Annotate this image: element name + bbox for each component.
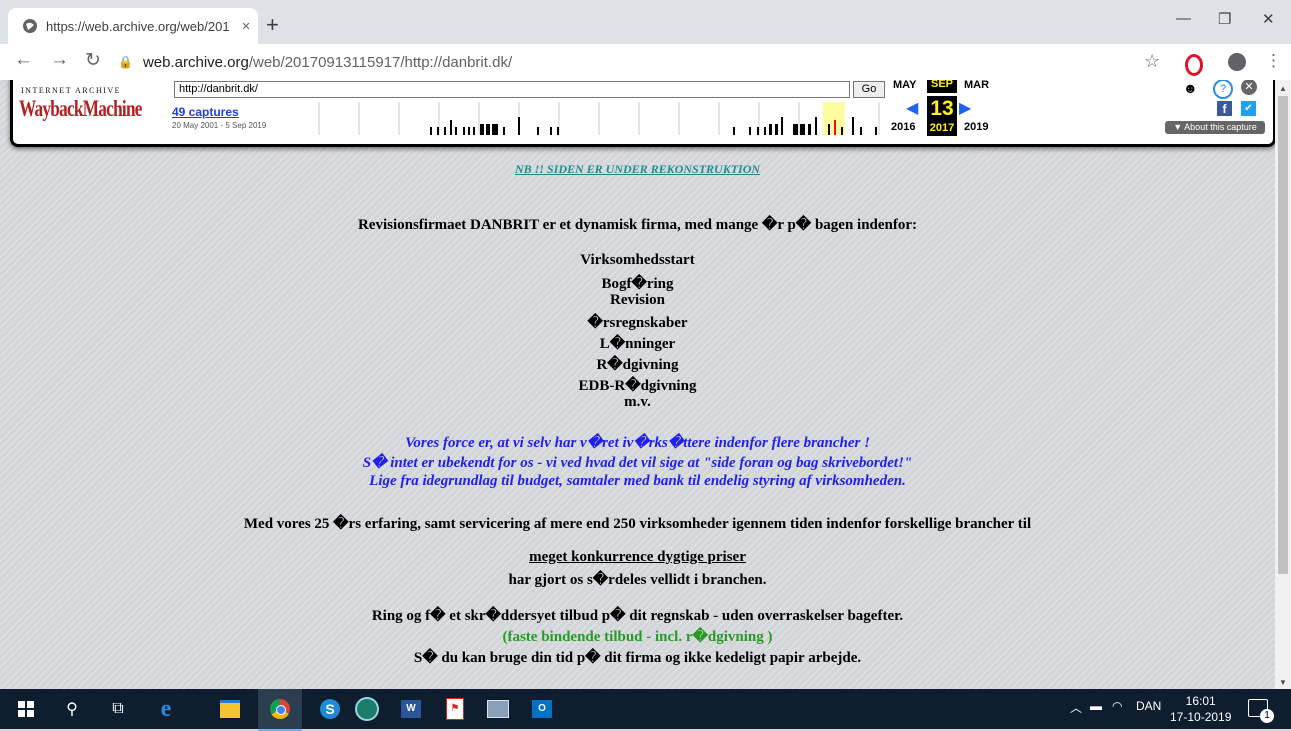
intro-text: Revisionsfirmaet DANBRIT er et dynamisk … [357,217,918,233]
service-item: R�dgivning [596,357,679,373]
tab-strip: https://web.archive.org/web/201 × + — ❐ … [0,0,1291,44]
next-capture-arrow-icon[interactable]: ▶ [959,98,971,118]
scroll-up-arrow-icon[interactable]: ▲ [1279,84,1287,93]
user-icon[interactable]: ☻ [1183,80,1198,96]
scrollbar-thumb[interactable] [1278,96,1288,574]
opera-icon[interactable] [1185,54,1203,76]
search-icon[interactable]: ⚲ [60,697,84,721]
prev-month-link[interactable]: MAY [893,80,916,91]
browser-tab[interactable]: https://web.archive.org/web/201 × [8,8,258,44]
service-item: Bogf�ring [601,276,674,292]
globe-icon [23,19,37,33]
clock-date: 17-10-2019 [1170,710,1232,724]
reputation-text: har gjort os s�rdeles vellidt i branchen… [508,572,767,588]
service-item: m.v. [624,394,651,410]
language-indicator[interactable]: DAN [1136,699,1161,713]
capture-day: 13 [927,96,957,122]
current-month: SEP [927,80,957,93]
prices-text: meget konkurrence dygtige priser [529,549,746,565]
reload-icon[interactable]: ↻ [85,49,101,72]
internet-archive-label: INTERNET ARCHIVE [21,86,122,95]
back-icon[interactable]: ← [14,49,33,71]
blue-text-line: Lige fra idegrundlag til budget, samtale… [369,473,906,489]
clock-time: 16:01 [1185,694,1216,708]
service-item: Revision [609,292,665,308]
bookmark-star-icon[interactable]: ☆ [1144,51,1160,72]
wifi-icon[interactable]: ◠ [1112,699,1122,713]
experience-text: Med vores 25 �rs erfaring, samt servicer… [243,516,1032,532]
url-host: web.archive.org [142,53,249,71]
clock[interactable]: 16:01 17-10-2019 [1170,693,1231,725]
blue-text-line: Vores force er, at vi selv har v�ret iv�… [405,435,870,451]
page-content: INTERNET ARCHIVE WaybackMachine http://d… [0,80,1275,689]
blue-text-line: S� intet er ubekendt for os - vi ved hva… [362,455,913,471]
wayback-url-input[interactable]: http://danbrit.dk/ [174,81,850,98]
address-bar[interactable]: 🔒 web.archive.org/web/20170913115917/htt… [118,48,1178,76]
maximize-button[interactable]: ❐ [1218,10,1231,28]
close-toolbar-icon[interactable]: ✕ [1241,80,1257,95]
chrome-icon [268,697,292,721]
service-item: �rsregnskaber [587,315,688,331]
new-tab-button[interactable]: + [266,12,279,38]
offer-text: (faste bindende tilbud - incl. r�dgivnin… [502,629,773,645]
notification-count-badge: 1 [1260,709,1274,723]
tray-chevron-icon[interactable]: ︿ [1070,699,1082,716]
photos-icon[interactable] [486,697,510,721]
forward-icon[interactable]: → [50,49,69,71]
help-icon[interactable]: ? [1213,80,1233,99]
lock-icon: 🔒 [118,55,133,69]
url-path: /web/20170913115917/http://danbrit.dk/ [248,53,513,71]
menu-icon[interactable]: ⋮ [1265,51,1282,71]
task-view-icon[interactable]: ⧉ [106,697,130,721]
internet-explorer-icon[interactable]: e [154,696,178,722]
skype-icon[interactable]: S [318,697,342,721]
tab-title: https://web.archive.org/web/201 [46,18,230,34]
close-window-button[interactable]: ✕ [1262,10,1275,28]
capture-date-range: 20 May 2001 - 5 Sep 2019 [172,121,267,130]
closing-text: S� du kan bruge din tid p� dit firma og … [413,650,862,666]
prev-year-link[interactable]: 2016 [891,121,915,133]
wayback-logo[interactable]: WaybackMachine [19,96,142,122]
wayback-toolbar: INTERNET ARCHIVE WaybackMachine http://d… [10,80,1275,147]
account-icon[interactable] [1228,53,1246,71]
windows-start-icon[interactable] [14,697,38,721]
next-year-link[interactable]: 2019 [964,121,988,133]
current-year: 2017 [927,121,957,136]
browser-toolbar: ← → ↻ 🔒 web.archive.org/web/201709131159… [0,44,1291,81]
service-item: L�nninger [599,336,676,352]
tab-close-icon[interactable]: × [234,18,258,35]
next-month-link[interactable]: MAR [964,80,989,91]
about-capture-button[interactable]: ▼ About this capture [1165,121,1265,134]
service-item: EDB-R�dgivning [578,378,697,394]
twitter-icon[interactable]: ✔ [1241,101,1256,116]
prev-capture-arrow-icon[interactable]: ◀ [906,98,918,118]
facebook-icon[interactable]: f [1217,101,1232,116]
capture-sparkline[interactable] [303,102,888,135]
minimize-button[interactable]: — [1176,10,1191,27]
wayback-go-button[interactable]: Go [853,81,885,98]
outlook-icon[interactable]: O [530,697,554,721]
battery-icon[interactable]: ▬ [1090,699,1102,713]
scroll-down-arrow-icon[interactable]: ▼ [1279,678,1287,687]
word-icon[interactable]: W [399,697,423,721]
file-explorer-icon[interactable] [218,697,242,721]
call-to-action-text: Ring og f� et skr�ddersyet tilbud p� dit… [371,608,904,624]
globe-app-icon[interactable] [355,697,379,721]
reconstruction-notice-link[interactable]: NB !! SIDEN ER UNDER REKONSTRUKTION [0,162,1275,177]
pdf-icon[interactable]: ⚑ [443,697,467,721]
service-item: Virksomhedsstart [580,252,695,268]
captures-link[interactable]: 49 captures [172,105,239,119]
windows-taskbar: ⚲ ⧉ e S W ⚑ O ︿ ▬ ◠ DAN 16:01 17-10-2019… [0,689,1291,731]
